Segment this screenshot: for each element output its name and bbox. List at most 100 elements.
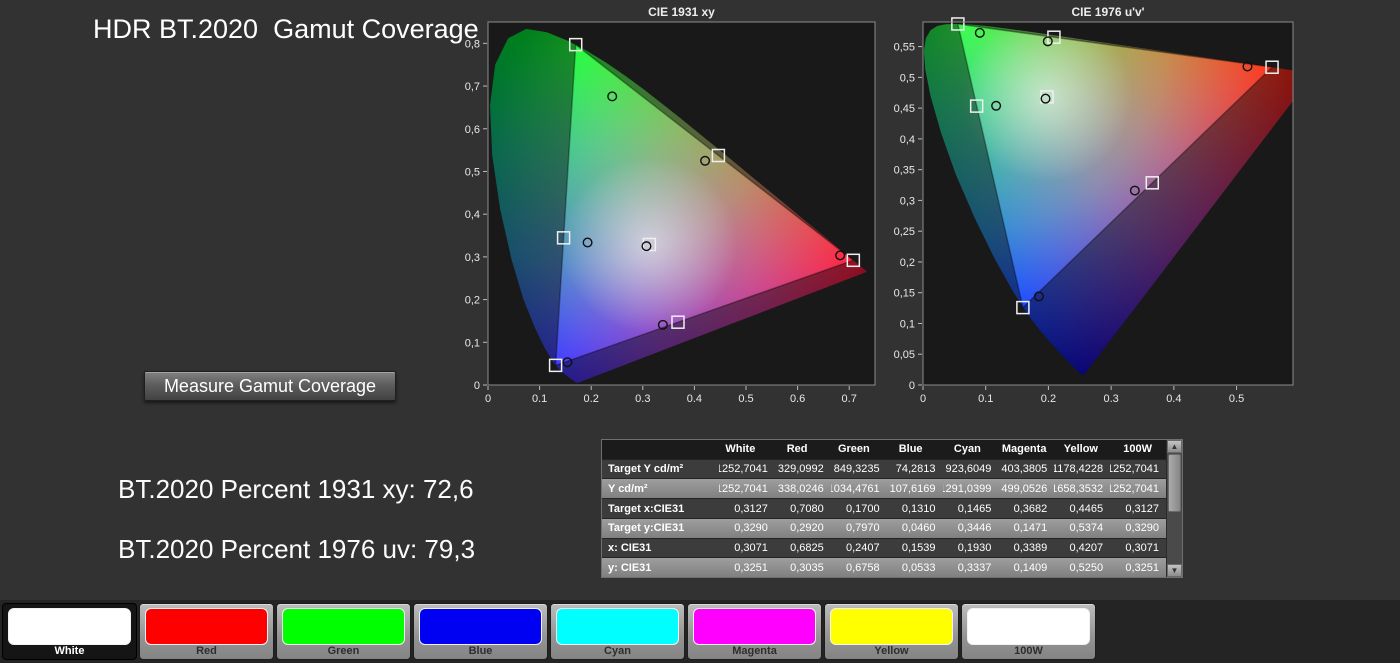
color-swatch xyxy=(693,608,816,645)
row-label: Target Y cd/m² xyxy=(602,460,719,479)
column-header: Red xyxy=(769,440,826,459)
color-swatch xyxy=(967,608,1090,645)
table-scrollbar[interactable]: ▲ ▼ xyxy=(1166,440,1182,577)
measurement-table-grid: WhiteRedGreenBlueCyanMagentaYellow100WTa… xyxy=(602,440,1166,577)
table-cell: 0,1310 xyxy=(887,499,943,518)
x-axis-tick-label: 0,3 xyxy=(635,393,650,402)
table-cell: 0,3682 xyxy=(998,499,1054,518)
table-cell: 1658,3532 xyxy=(1054,479,1110,498)
pattern-tile-label: Green xyxy=(277,645,410,657)
y-axis-tick-label: 0,2 xyxy=(465,295,480,307)
x-axis-tick-label: 0,7 xyxy=(842,393,857,402)
column-header: White xyxy=(712,440,769,459)
scrollbar-track[interactable] xyxy=(1167,513,1182,564)
table-cell: 338,0246 xyxy=(775,479,831,498)
y-axis-tick-label: 0,05 xyxy=(894,349,915,361)
chart-title: CIE 1931 xy xyxy=(648,5,715,19)
x-axis-tick-label: 0,6 xyxy=(790,393,805,402)
x-axis-tick-label: 0,4 xyxy=(1166,393,1181,402)
row-label: Target x:CIE31 xyxy=(602,499,719,518)
pattern-tile-yellow[interactable]: Yellow xyxy=(824,603,959,660)
pattern-tile-100w[interactable]: 100W xyxy=(961,603,1096,660)
pattern-tile-blue[interactable]: Blue xyxy=(413,603,548,660)
scrollbar-down-icon[interactable]: ▼ xyxy=(1167,564,1182,577)
y-axis-tick-label: 0,1 xyxy=(900,318,915,330)
pattern-bar: WhiteRedGreenBlueCyanMagentaYellow100W ▲… xyxy=(0,600,1400,663)
table-cell: 0,3251 xyxy=(719,558,775,577)
pattern-tile-red[interactable]: Red xyxy=(139,603,274,660)
table-corner-cell xyxy=(602,440,712,459)
table-row: Target Y cd/m²1252,7041329,0992849,32357… xyxy=(602,460,1166,480)
table-cell: 1252,7041 xyxy=(719,460,775,479)
y-axis-tick-label: 0 xyxy=(909,380,915,392)
table-row: y: CIE310,32510,30350,67580,05330,33370,… xyxy=(602,558,1166,577)
table-cell: 1178,4228 xyxy=(1054,460,1110,479)
x-axis-tick-label: 0,5 xyxy=(1229,393,1244,402)
table-cell: 0,3290 xyxy=(1110,519,1166,538)
table-cell: 0,1930 xyxy=(943,539,999,558)
measurement-table: WhiteRedGreenBlueCyanMagentaYellow100WTa… xyxy=(601,439,1183,578)
measure-gamut-coverage-button[interactable]: Measure Gamut Coverage xyxy=(144,371,396,401)
table-cell: 0,3071 xyxy=(1110,539,1166,558)
color-swatch xyxy=(830,608,953,645)
table-cell: 0,4207 xyxy=(1054,539,1110,558)
table-cell: 0,1471 xyxy=(998,519,1054,538)
y-axis-tick-label: 0,1 xyxy=(465,337,480,349)
pattern-tile-cyan[interactable]: Cyan xyxy=(550,603,685,660)
app-window: HDR BT.2020 Gamut Coverage 0 0,1 0,2 0,3 0,4… xyxy=(0,0,1400,663)
color-swatch xyxy=(556,608,679,645)
column-header: Blue xyxy=(882,440,939,459)
y-axis-tick-label: 0,4 xyxy=(900,134,915,146)
table-cell: 1034,4761 xyxy=(831,479,887,498)
coverage-result-1931: BT.2020 Percent 1931 xy: 72,6 xyxy=(118,474,474,505)
column-header: Magenta xyxy=(996,440,1053,459)
table-row: Target x:CIE310,31270,70800,17000,13100,… xyxy=(602,499,1166,519)
table-cell: 499,0526 xyxy=(998,479,1054,498)
table-cell: 0,6758 xyxy=(831,558,887,577)
y-axis-tick-label: 0,15 xyxy=(894,288,915,300)
y-axis-tick-label: 0,3 xyxy=(465,252,480,264)
scrollbar-thumb[interactable] xyxy=(1168,454,1181,512)
table-cell: 0,2407 xyxy=(831,539,887,558)
row-label: x: CIE31 xyxy=(602,539,719,558)
y-axis-tick-label: 0,4 xyxy=(465,209,480,221)
table-cell: 849,3235 xyxy=(831,460,887,479)
table-cell: 0,3251 xyxy=(1110,558,1166,577)
pattern-tile-white[interactable]: White xyxy=(2,603,137,660)
table-cell: 107,6169 xyxy=(887,479,943,498)
pattern-tile-magenta[interactable]: Magenta xyxy=(687,603,822,660)
table-cell: 0,1700 xyxy=(831,499,887,518)
table-cell: 0,6825 xyxy=(775,539,831,558)
color-swatch xyxy=(8,608,131,645)
table-cell: 0,1409 xyxy=(998,558,1054,577)
page-title: HDR BT.2020 Gamut Coverage xyxy=(93,14,479,45)
y-axis-tick-label: 0,45 xyxy=(894,103,915,115)
chart-title: CIE 1976 u'v' xyxy=(1071,5,1144,19)
x-axis-tick-label: 0,2 xyxy=(584,393,599,402)
pattern-tile-label: Magenta xyxy=(688,645,821,657)
pattern-tile-green[interactable]: Green xyxy=(276,603,411,660)
y-axis-tick-label: 0,3 xyxy=(900,195,915,207)
row-label: Target y:CIE31 xyxy=(602,519,719,538)
y-axis-tick-label: 0,5 xyxy=(900,72,915,84)
table-cell: 1252,7041 xyxy=(1110,460,1166,479)
table-cell: 0,3127 xyxy=(719,499,775,518)
table-cell: 0,5374 xyxy=(1054,519,1110,538)
coverage-result-1976: BT.2020 Percent 1976 uv: 79,3 xyxy=(118,534,475,565)
pattern-tile-label: 100W xyxy=(962,645,1095,657)
table-cell: 0,5250 xyxy=(1054,558,1110,577)
column-header: Yellow xyxy=(1053,440,1110,459)
table-cell: 0,3389 xyxy=(998,539,1054,558)
x-axis-tick-label: 0 xyxy=(485,393,491,402)
table-row: Y cd/m²1252,7041338,02461034,4761107,616… xyxy=(602,479,1166,499)
row-label: Y cd/m² xyxy=(602,479,719,498)
table-cell: 0,1539 xyxy=(887,539,943,558)
scrollbar-up-icon[interactable]: ▲ xyxy=(1167,440,1182,453)
cie-1931-chart: 00,10,20,30,40,50,60,700,10,20,30,40,50,… xyxy=(452,4,882,402)
table-cell: 0,3290 xyxy=(719,519,775,538)
x-axis-tick-label: 0,3 xyxy=(1103,393,1118,402)
table-cell: 0,2920 xyxy=(775,519,831,538)
table-cell: 0,3127 xyxy=(1110,499,1166,518)
table-cell: 0,7970 xyxy=(831,519,887,538)
cie-1976-chart: 00,10,20,30,40,500,050,10,150,20,250,30,… xyxy=(880,4,1310,402)
